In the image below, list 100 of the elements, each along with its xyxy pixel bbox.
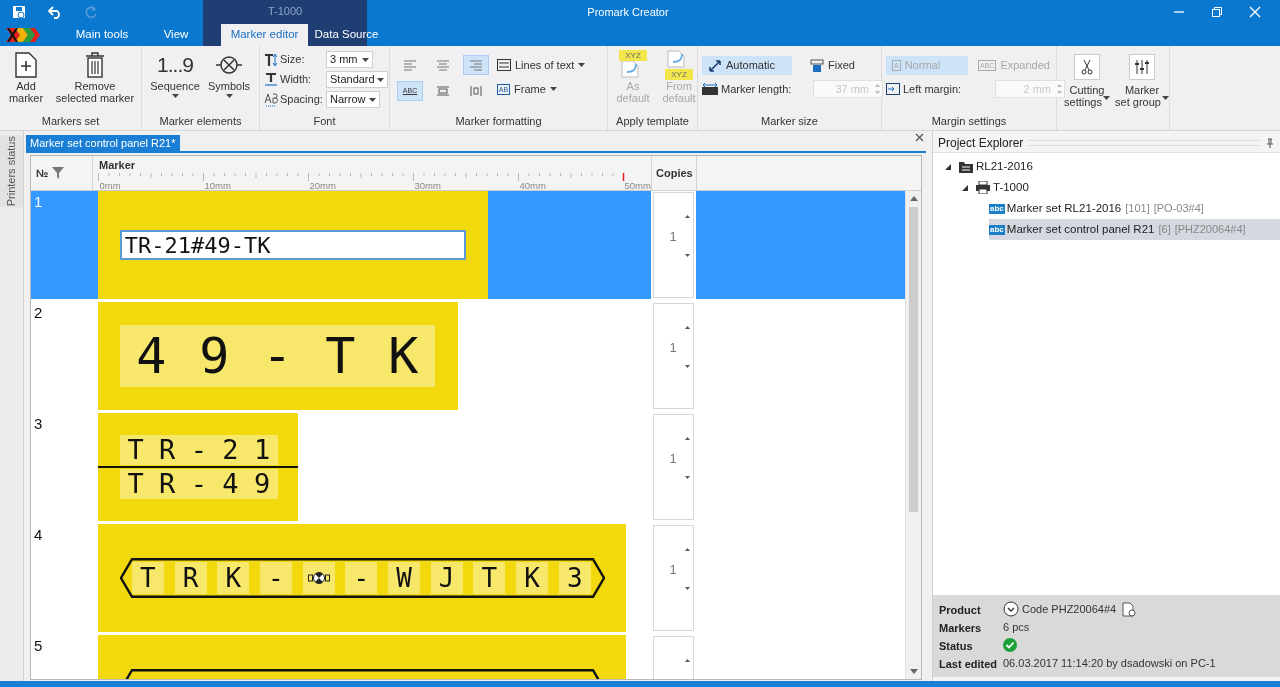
text-box-icon — [436, 85, 450, 97]
vertical-text-icon — [469, 85, 483, 97]
tree-item[interactable]: abc Marker set control panel R21 [6] [PHZ20064#4] — [989, 219, 1280, 240]
detail-value: 06.03.2017 11:14:20 by dsadowski on PC-1 — [1003, 655, 1216, 671]
ribbon-button[interactable]: 1...9 Sequence — [150, 46, 200, 115]
spin-up-icon[interactable] — [684, 548, 690, 551]
scrollbar-thumb[interactable] — [909, 207, 918, 512]
marker-character: - — [261, 326, 294, 386]
detail-label: Markers — [939, 622, 982, 634]
marker-character: T — [131, 562, 164, 594]
ribbon-button[interactable]: Add marker — [6, 46, 46, 115]
marker-character: T — [126, 435, 145, 465]
dropdown-caret-icon — [362, 57, 369, 62]
tree-item[interactable]: T-1000 — [976, 177, 1035, 198]
menu-button[interactable]: Lines of text — [497, 56, 586, 74]
dropdown-field[interactable]: Narrow — [326, 91, 380, 108]
ribbon-tab[interactable]: Data Source — [308, 24, 385, 46]
toggle-button[interactable]: Automatic — [702, 56, 792, 75]
filter-icon[interactable] — [52, 167, 65, 179]
marker-text-field[interactable]: TR-21#49-TK — [119, 230, 466, 260]
ribbon-button[interactable]: Marker set group — [1117, 46, 1167, 115]
marker-label[interactable]: T R - 2 1 T R - 4 9 — [97, 413, 298, 521]
group-label: Font — [313, 114, 336, 129]
ribbon-button[interactable]: Symbols — [206, 46, 252, 115]
field-label: Spacing: — [280, 92, 324, 108]
align-right-icon — [468, 57, 484, 73]
window-title: Promark Creator — [587, 4, 669, 20]
motor-symbol-icon — [307, 571, 330, 585]
printer-icon — [976, 181, 990, 194]
copies-spin-field[interactable]: 1 — [652, 414, 694, 520]
marker-character: 2 — [221, 435, 240, 465]
letter-spacing-icon — [264, 92, 278, 107]
undo-icon[interactable] — [48, 5, 62, 19]
document-tab[interactable]: Marker set control panel R21* — [26, 135, 180, 151]
dropdown-circle-icon[interactable] — [1003, 601, 1019, 617]
marker-label[interactable]: 4 9 - T K — [97, 302, 458, 410]
expander-icon[interactable] — [962, 184, 968, 191]
restore-icon[interactable] — [1211, 6, 1223, 18]
copies-spin-field[interactable]: 1 — [652, 525, 694, 631]
dropdown-field[interactable]: Standard — [326, 71, 388, 88]
column-header: Copies — [656, 165, 693, 181]
tree-item[interactable]: abc Marker set RL21-2016 [101] [PO-03#4] — [989, 198, 1210, 219]
ribbon-tab[interactable]: View — [144, 24, 208, 46]
copies-spin-field[interactable]: 1 — [652, 303, 694, 409]
ruler-label: 10mm — [204, 180, 231, 190]
folder-icon — [959, 160, 973, 173]
ruler-label: 0mm — [99, 180, 121, 190]
save-icon[interactable] — [12, 5, 26, 19]
side-panel-tab[interactable]: Printers status — [0, 135, 23, 208]
scroll-up-icon[interactable] — [909, 196, 918, 201]
spin-up-icon[interactable] — [684, 659, 690, 662]
column-header: № — [36, 165, 49, 181]
scrollbar[interactable] — [905, 191, 921, 679]
toggle-button[interactable]: Fixed — [804, 56, 864, 75]
marker-character: R — [174, 562, 207, 594]
spin-down-icon[interactable] — [684, 365, 690, 368]
sliders-icon — [1129, 54, 1155, 80]
ruler-label: 50mm — [624, 180, 651, 190]
pin-icon[interactable] — [1266, 137, 1274, 148]
scissors-icon — [1074, 54, 1100, 80]
spin-up-icon[interactable] — [684, 215, 690, 218]
marker-character: 1 — [252, 435, 272, 465]
group-label: Marker elements — [159, 114, 242, 129]
group-label: Apply template — [616, 114, 689, 129]
marker-character: T — [324, 326, 357, 386]
marker-character: - — [259, 562, 292, 594]
field-label: Size: — [280, 52, 306, 68]
ribbon-button[interactable]: Cutting settings — [1065, 46, 1109, 115]
spin-down-icon[interactable] — [684, 587, 690, 590]
close-icon[interactable] — [915, 133, 924, 142]
expander-icon[interactable] — [945, 163, 951, 170]
ruler-label: 40mm — [519, 180, 546, 190]
ruler-label: 30mm — [414, 180, 441, 190]
column-header: Marker — [99, 160, 136, 171]
spin-up-icon[interactable] — [684, 437, 690, 440]
scroll-down-icon[interactable] — [909, 669, 918, 674]
marker-character: R — [158, 435, 177, 465]
text-width-icon — [264, 72, 278, 87]
marker-character: 3 — [558, 562, 591, 594]
marker-character: - — [189, 469, 208, 499]
spin-down-icon[interactable] — [684, 476, 690, 479]
group-label: Markers set — [41, 114, 100, 129]
dropdown-field[interactable]: 3 mm — [326, 51, 373, 68]
spin-down-icon[interactable] — [684, 254, 690, 257]
copies-spin-field[interactable]: 1 — [652, 192, 694, 298]
ribbon-tab[interactable]: Main tools — [60, 24, 144, 46]
tree-item[interactable]: RL21-2016 — [959, 156, 1039, 177]
marker-character: - — [189, 435, 208, 465]
group-label: Marker size — [761, 114, 818, 129]
ribbon-button[interactable]: Remove selected marker — [54, 46, 136, 115]
spin-up-icon[interactable] — [684, 326, 690, 329]
document-icon[interactable] — [1122, 601, 1137, 617]
ruler-label: 20mm — [309, 180, 336, 190]
marker-character: 9 — [198, 326, 231, 386]
dropdown-caret-icon — [377, 77, 384, 82]
marker-character: 4 — [135, 326, 168, 386]
marker-label[interactable]: TR-21#49-TK — [97, 191, 488, 299]
ribbon-tab[interactable]: Marker editor — [221, 24, 308, 46]
contextual-group-label: T-1000 — [267, 4, 303, 18]
marker-cell[interactable]: TR-21#49-TK — [92, 191, 651, 299]
